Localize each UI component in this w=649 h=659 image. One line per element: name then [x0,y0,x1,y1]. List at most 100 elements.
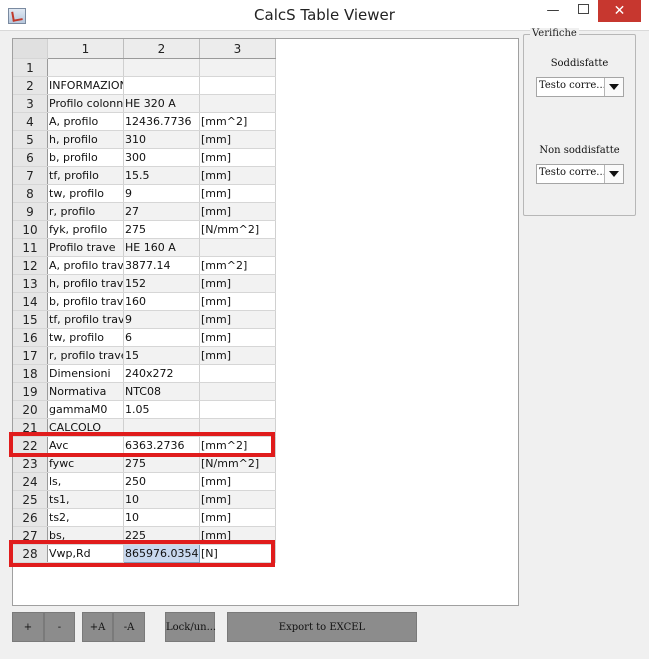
row-header[interactable]: 20 [13,400,48,419]
table-cell[interactable]: 275 [123,454,200,473]
table-cell[interactable]: Normativa [47,382,124,401]
non-soddisfatte-dropdown[interactable]: Testo corre... [536,164,624,184]
table-cell[interactable]: fyk, profilo [47,220,124,239]
column-header-3[interactable]: 3 [199,39,276,59]
table-cell[interactable]: A, profilo trave [47,256,124,275]
minimize-button[interactable]: — [538,0,568,22]
table-cell[interactable]: [mm] [199,166,276,185]
row-header[interactable]: 8 [13,184,48,203]
table-cell[interactable]: 3877.14 [123,256,200,275]
table-cell[interactable] [47,58,124,77]
chevron-down-icon[interactable] [604,165,623,183]
maximize-button[interactable] [568,0,598,22]
table-cell[interactable]: NTC08 [123,382,200,401]
row-header[interactable]: 14 [13,292,48,311]
table-cell[interactable]: r, profilo [47,202,124,221]
data-table-panel[interactable]: 1 2 3 1 2 INFORMAZIONI 3 Profilo colonna HE 3… [12,38,519,606]
row-header[interactable]: 3 [13,94,48,113]
table-cell[interactable]: b, profilo [47,148,124,167]
table-cell[interactable]: 300 [123,148,200,167]
table-cell[interactable]: tf, profilo trave [47,310,124,329]
table-cell[interactable]: 240x272 [123,364,200,383]
soddisfatte-dropdown[interactable]: Testo corre... [536,77,624,97]
row-header[interactable]: 4 [13,112,48,131]
table-cell[interactable] [199,364,276,383]
table-cell[interactable]: [N/mm^2] [199,220,276,239]
row-header[interactable]: 18 [13,364,48,383]
table-cell[interactable]: 9 [123,310,200,329]
table-cell[interactable]: b, profilo trave [47,292,124,311]
add-column-button[interactable]: +A [82,612,113,642]
table-cell[interactable]: HE 160 A [123,238,200,257]
table-cell[interactable]: ts2, [47,508,124,527]
row-header[interactable]: 1 [13,58,48,77]
table-cell[interactable]: [mm^2] [199,256,276,275]
row-header[interactable]: 5 [13,130,48,149]
table-cell[interactable]: [mm^2] [199,112,276,131]
table-cell[interactable]: ls, [47,472,124,491]
table-cell[interactable]: tw, profilo [47,184,124,203]
table-cell[interactable]: 27 [123,202,200,221]
row-header[interactable]: 10 [13,220,48,239]
table-cell[interactable] [199,382,276,401]
table-cell[interactable]: [mm] [199,472,276,491]
table-corner[interactable] [13,39,48,59]
remove-column-button[interactable]: -A [113,612,145,642]
table-cell[interactable]: [mm] [199,292,276,311]
add-row-button[interactable]: + [12,612,44,642]
table-cell[interactable]: h, profilo [47,130,124,149]
chevron-down-icon[interactable] [604,78,623,96]
row-header[interactable]: 17 [13,346,48,365]
table-cell[interactable]: A, profilo [47,112,124,131]
table-cell[interactable]: [mm] [199,328,276,347]
table-cell[interactable]: Profilo colonna [47,94,124,113]
table-cell[interactable]: tf, profilo [47,166,124,185]
table-cell[interactable]: HE 320 A [123,94,200,113]
table-cell[interactable]: [mm] [199,346,276,365]
table-cell[interactable] [123,76,200,95]
row-header[interactable]: 26 [13,508,48,527]
row-header[interactable]: 15 [13,310,48,329]
row-header[interactable]: 11 [13,238,48,257]
row-header[interactable]: 19 [13,382,48,401]
table-cell[interactable]: ts1, [47,490,124,509]
table-cell[interactable]: [mm] [199,184,276,203]
table-cell[interactable]: 152 [123,274,200,293]
table-cell[interactable]: 10 [123,490,200,509]
table-cell[interactable] [199,58,276,77]
column-header-1[interactable]: 1 [47,39,124,59]
table-cell[interactable] [199,400,276,419]
table-cell[interactable]: gammaM0 [47,400,124,419]
table-cell[interactable] [123,58,200,77]
row-header[interactable]: 12 [13,256,48,275]
row-header[interactable]: 7 [13,166,48,185]
close-button[interactable]: ✕ [598,0,641,22]
remove-row-button[interactable]: - [44,612,75,642]
table-cell[interactable]: [mm] [199,310,276,329]
table-cell[interactable]: tw, profilo [47,328,124,347]
row-header[interactable]: 23 [13,454,48,473]
table-cell[interactable]: [mm] [199,130,276,149]
table-cell[interactable]: INFORMAZIONI [47,76,124,95]
table-cell[interactable]: 9 [123,184,200,203]
table-cell[interactable]: [N/mm^2] [199,454,276,473]
row-header[interactable]: 9 [13,202,48,221]
table-cell[interactable]: [mm] [199,202,276,221]
table-cell[interactable]: [mm] [199,490,276,509]
table-cell[interactable]: [mm] [199,508,276,527]
table-cell[interactable]: r, profilo trave [47,346,124,365]
table-cell[interactable]: 250 [123,472,200,491]
table-cell[interactable]: fywc [47,454,124,473]
row-header[interactable]: 24 [13,472,48,491]
column-header-2[interactable]: 2 [123,39,200,59]
table-cell[interactable]: [mm] [199,148,276,167]
row-header[interactable]: 2 [13,76,48,95]
table-cell[interactable] [199,238,276,257]
table-cell[interactable]: 160 [123,292,200,311]
table-cell[interactable]: Profilo trave [47,238,124,257]
table-cell[interactable]: 15 [123,346,200,365]
table-cell[interactable]: 310 [123,130,200,149]
table-cell[interactable]: 1.05 [123,400,200,419]
table-cell[interactable]: 12436.7736 [123,112,200,131]
row-header[interactable]: 13 [13,274,48,293]
